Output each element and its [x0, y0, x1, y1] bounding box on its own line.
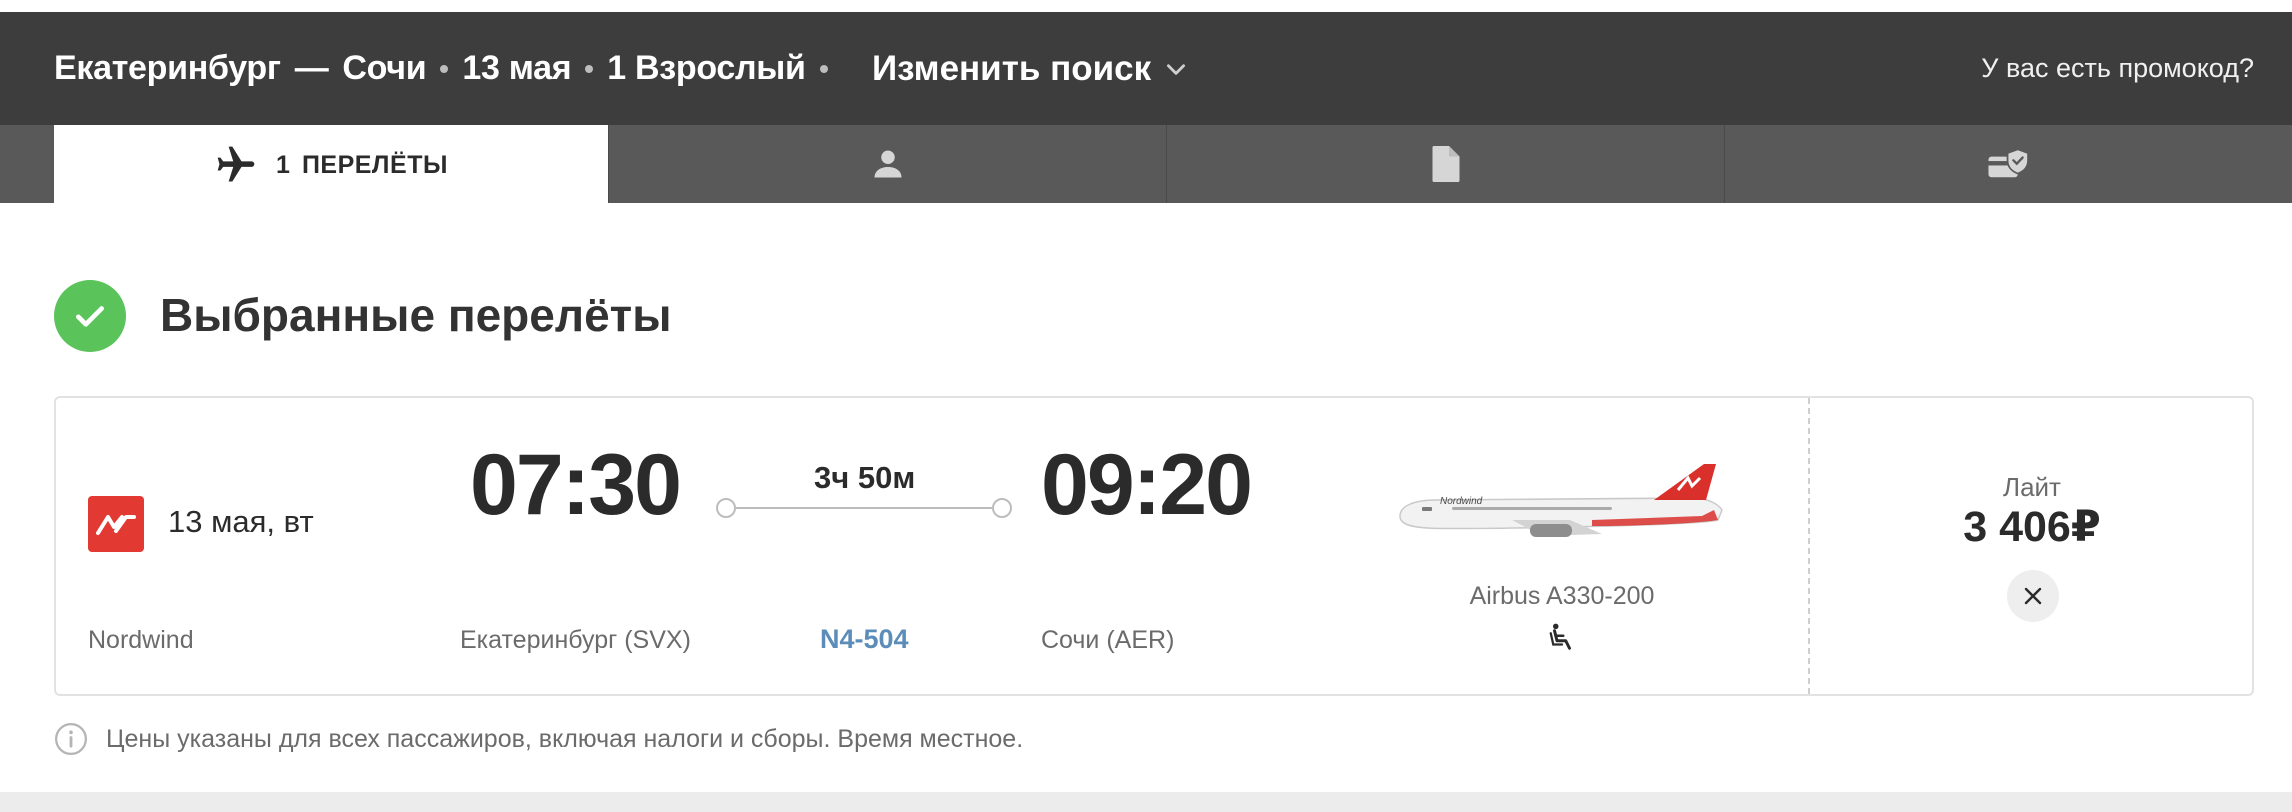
fare-price: 3 406₽	[1963, 503, 2101, 551]
airline-name: Nordwind	[88, 626, 194, 654]
aircraft-livery-text: Nordwind	[1440, 496, 1483, 507]
passengers-count: 1 Взрослый	[607, 49, 806, 87]
seat-recline-icon	[1549, 623, 1571, 650]
prices-note: Цены указаны для всех пассажиров, включа…	[54, 722, 1023, 756]
info-icon	[54, 722, 88, 756]
flight-timeline	[716, 498, 1012, 518]
prices-note-text: Цены указаны для всех пассажиров, включа…	[106, 724, 1024, 753]
fare-name: Лайт	[2003, 472, 2061, 502]
booking-steps-tabs: 1 ПЕРЕЛЁТЫ	[0, 125, 2292, 205]
search-summary-header: Екатеринбург — Сочи 13 мая 1 Взрослый Из…	[0, 12, 2292, 125]
timeline-start-node	[716, 498, 736, 518]
origin-city: Екатеринбург	[54, 49, 281, 87]
flight-date: 13 мая, вт	[168, 504, 314, 539]
timeline-end-node	[992, 498, 1012, 518]
close-icon	[2024, 587, 2042, 605]
chevron-down-icon	[1167, 63, 1186, 75]
tab-flights-count: 1	[276, 150, 290, 179]
arrival-city: Сочи (AER)	[1041, 626, 1175, 654]
tab-documents[interactable]	[1166, 125, 1724, 203]
route-dash: —	[294, 49, 329, 87]
plane-icon	[217, 146, 255, 182]
aircraft-image: Nordwind	[1399, 464, 1723, 537]
top-strip	[0, 0, 2292, 12]
tab-flights[interactable]: 1 ПЕРЕЛЁТЫ	[54, 125, 608, 205]
document-icon	[1432, 146, 1459, 182]
aircraft-model: Airbus A330-200	[1469, 582, 1655, 610]
payment-shield-icon	[1987, 148, 2029, 178]
departure-time: 07:30	[470, 437, 682, 533]
separator-dot	[585, 64, 594, 73]
search-date: 13 мая	[462, 49, 572, 87]
departure-city: Екатеринбург (SVX)	[460, 626, 691, 654]
arrival-time: 09:20	[1041, 437, 1253, 533]
change-search-label: Изменить поиск	[872, 48, 1152, 88]
person-icon	[874, 150, 901, 178]
flight-number-link[interactable]: N4-504	[820, 624, 909, 655]
separator-dot	[440, 64, 449, 73]
nordwind-logo-icon	[96, 515, 136, 535]
tab-flights-label: ПЕРЕЛЁТЫ	[301, 150, 448, 179]
separator-dot	[819, 64, 828, 73]
tab-payment[interactable]	[1724, 125, 2292, 203]
search-summary: Екатеринбург — Сочи 13 мая 1 Взрослый	[54, 12, 842, 125]
selected-flight-card: 13 мая, вт Nordwind 07:30 3ч 50м 09:20 Е…	[54, 396, 2254, 696]
change-search-button[interactable]: Изменить поиск	[872, 12, 1189, 125]
bottom-strip	[0, 792, 2292, 812]
remove-flight-button[interactable]	[2007, 570, 2059, 622]
flight-duration: 3ч 50м	[814, 460, 916, 495]
timeline-line	[726, 507, 1002, 509]
destination-city: Сочи	[342, 49, 427, 87]
tab-passengers[interactable]	[608, 125, 1166, 203]
promo-code-link[interactable]: У вас есть промокод?	[1981, 12, 2254, 125]
airline-logo	[88, 496, 144, 552]
checkmark-icon	[54, 280, 126, 352]
page-title: Выбранные перелёты	[160, 289, 672, 341]
